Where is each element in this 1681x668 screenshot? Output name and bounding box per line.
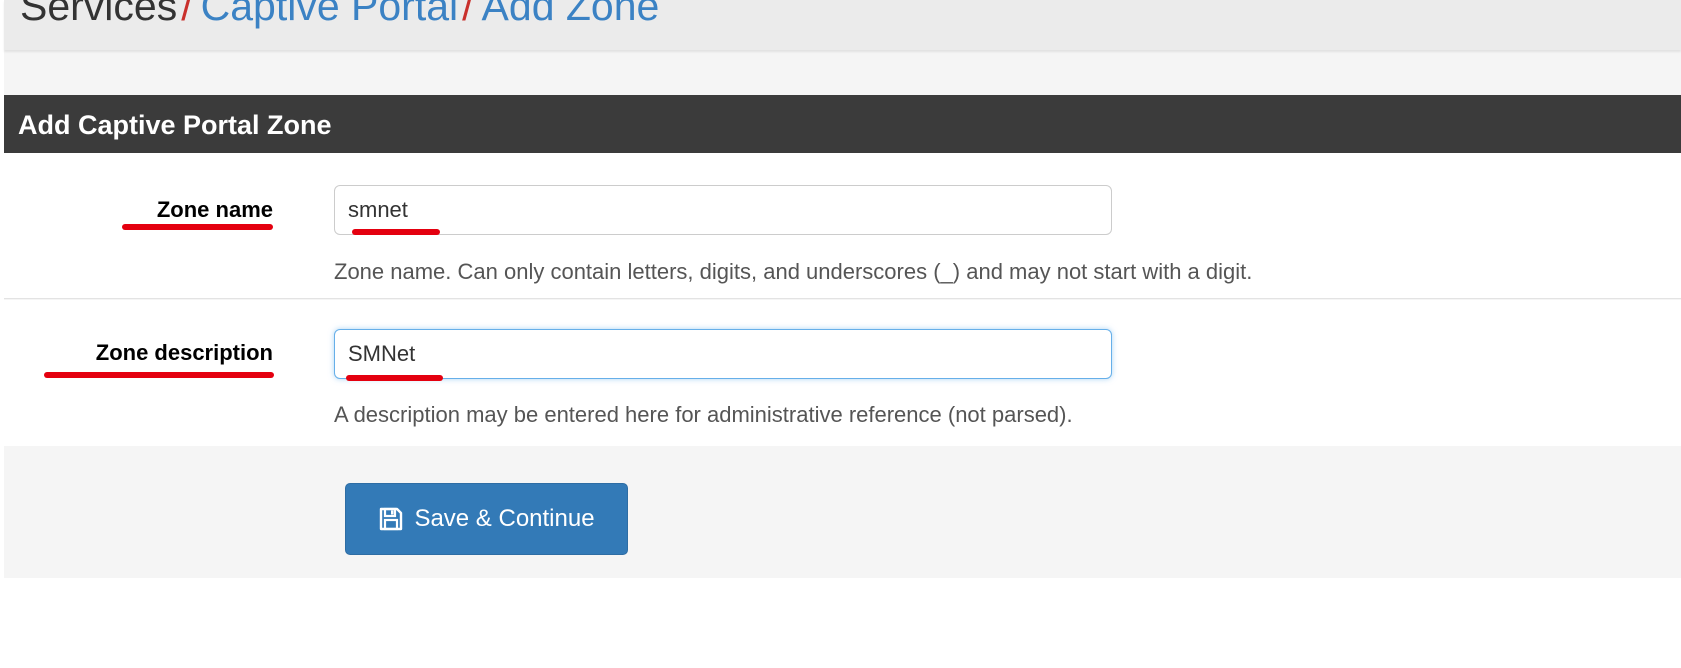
zone-name-label: Zone name xyxy=(156,197,273,222)
zone-name-input[interactable] xyxy=(334,185,1112,235)
annotation-underline xyxy=(352,229,440,235)
annotation-underline xyxy=(122,224,273,230)
breadcrumb-separator: / xyxy=(462,0,474,29)
zone-description-help: A description may be entered here for ad… xyxy=(334,402,1073,427)
breadcrumb-bar: Services/Captive Portal/Add Zone xyxy=(4,0,1681,50)
panel-title: Add Captive Portal Zone xyxy=(4,95,1681,153)
zone-name-row: Zone name Zone name. Can only contain le… xyxy=(4,153,1681,299)
save-continue-button[interactable]: Save & Continue xyxy=(345,483,628,555)
zone-description-label: Zone description xyxy=(95,340,273,365)
breadcrumb: Services/Captive Portal/Add Zone xyxy=(20,0,659,30)
breadcrumb-separator: / xyxy=(181,0,193,29)
zone-description-input[interactable] xyxy=(334,329,1112,379)
annotation-underline xyxy=(346,375,443,381)
floppy-disk-icon xyxy=(378,506,404,532)
page-frame: Services/Captive Portal/Add Zone Add Cap… xyxy=(4,0,1681,578)
breadcrumb-captive-portal[interactable]: Captive Portal xyxy=(201,0,459,29)
zone-name-help: Zone name. Can only contain letters, dig… xyxy=(334,259,1253,284)
annotation-underline xyxy=(44,372,274,378)
save-continue-label: Save & Continue xyxy=(414,505,595,532)
zone-description-row: Zone description A description may be en… xyxy=(4,300,1681,446)
breadcrumb-services: Services xyxy=(20,0,178,29)
breadcrumb-add-zone[interactable]: Add Zone xyxy=(482,0,660,29)
